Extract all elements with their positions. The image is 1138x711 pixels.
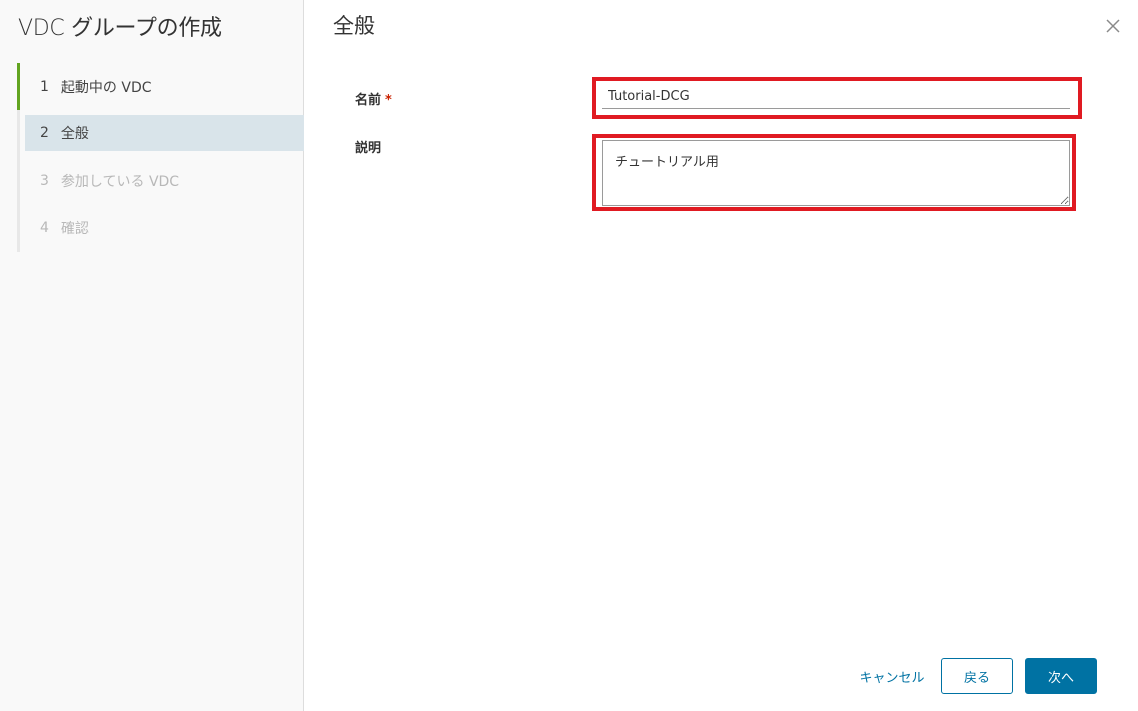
step-number: 4	[40, 219, 49, 236]
wizard-sidebar: VDC グループの作成 1 起動中の VDC 2 全般 3 参加している VDC…	[0, 0, 304, 711]
step-running-vdc[interactable]: 1 起動中の VDC	[17, 63, 304, 110]
step-review: 4 確認	[20, 204, 304, 251]
description-label: 説明	[355, 141, 382, 156]
page-title: 全般	[333, 14, 375, 38]
wizard-title: VDC グループの作成	[18, 16, 222, 41]
step-general[interactable]: 2 全般	[25, 115, 304, 151]
step-participating-vdc: 3 参加している VDC	[20, 157, 304, 204]
wizard-steps: 1 起動中の VDC 2 全般 3 参加している VDC 4 確認	[17, 63, 304, 252]
step-number: 1	[40, 78, 49, 95]
step-label: 参加している VDC	[60, 173, 180, 190]
close-icon[interactable]	[1103, 16, 1123, 36]
back-button[interactable]: 戻る	[941, 658, 1013, 694]
name-input[interactable]	[602, 85, 1070, 109]
step-label: 起動中の VDC	[60, 79, 152, 96]
step-number: 2	[40, 125, 49, 141]
step-label: 全般	[60, 126, 89, 142]
description-textarea[interactable]: チュートリアル用	[602, 140, 1070, 206]
name-label: 名前 *	[355, 89, 392, 108]
cancel-button[interactable]: キャンセル	[852, 658, 932, 694]
next-button[interactable]: 次へ	[1025, 658, 1097, 694]
step-number: 3	[40, 172, 49, 189]
step-label: 確認	[60, 220, 89, 237]
name-label-text: 名前	[355, 93, 382, 108]
required-marker: *	[385, 93, 392, 108]
